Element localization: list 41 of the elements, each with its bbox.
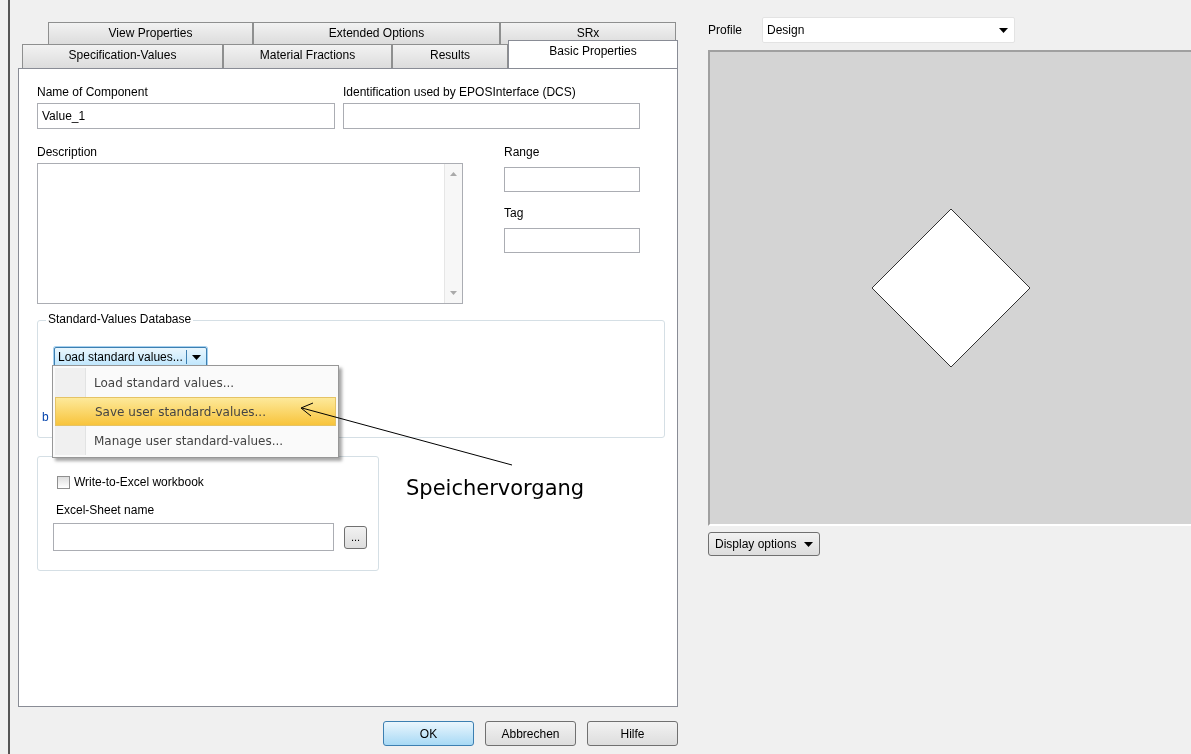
- display-options-button[interactable]: Display options: [708, 532, 821, 556]
- scrollbar[interactable]: [444, 164, 462, 303]
- excel-checkbox[interactable]: Write-to-Excel workbook: [57, 475, 378, 489]
- scroll-up-icon[interactable]: [450, 172, 457, 176]
- menu-item[interactable]: Load standard values...: [55, 368, 336, 397]
- field-label: Identification used by EPOSInterface (DCS): [343, 85, 577, 99]
- browse-button[interactable]: ...: [344, 525, 367, 549]
- field-label: Description: [37, 145, 99, 159]
- field-label: Name of Component: [37, 85, 149, 99]
- menu-item[interactable]: Manage user standard-values...: [55, 426, 336, 455]
- range-field[interactable]: [504, 167, 640, 192]
- tab[interactable]: Results: [392, 44, 508, 68]
- tab[interactable]: Basic Properties: [508, 40, 678, 68]
- caret-icon: [804, 541, 814, 547]
- checkbox[interactable]: [57, 475, 70, 489]
- dialog-button[interactable]: OK: [383, 721, 474, 746]
- identification-field[interactable]: [343, 103, 640, 129]
- annotation-text: Speichervorgang: [406, 476, 585, 500]
- tag-field[interactable]: [504, 228, 640, 253]
- profile-label: Profile: [708, 23, 742, 37]
- load-dropdown[interactable]: Load standard values...: [54, 347, 207, 367]
- link[interactable]: b: [42, 410, 49, 424]
- field-label: Tag: [504, 206, 525, 220]
- tab[interactable]: Material Fractions: [223, 44, 392, 68]
- profile-dropdown[interactable]: Design: [762, 17, 1015, 43]
- caret-icon: [191, 354, 201, 360]
- caret-icon: [999, 27, 1008, 33]
- field-label: Range: [504, 145, 541, 159]
- tab[interactable]: Extended Options: [253, 22, 500, 44]
- dialog-button[interactable]: Abbrechen: [485, 721, 576, 746]
- menu-item[interactable]: Save user standard-values...: [55, 397, 336, 426]
- checkbox-label: Write-to-Excel workbook: [74, 475, 204, 489]
- scroll-down-icon[interactable]: [450, 291, 457, 295]
- field-label: Excel-Sheet name: [56, 503, 156, 517]
- tab[interactable]: View Properties: [48, 22, 253, 44]
- name-field[interactable]: Value_1: [37, 103, 335, 129]
- sheet-name-field[interactable]: [53, 523, 334, 551]
- tab[interactable]: Specification-Values: [22, 44, 223, 68]
- description-field[interactable]: [37, 163, 463, 304]
- group-title: Standard-Values Database: [46, 312, 194, 326]
- dialog-button[interactable]: Hilfe: [587, 721, 678, 746]
